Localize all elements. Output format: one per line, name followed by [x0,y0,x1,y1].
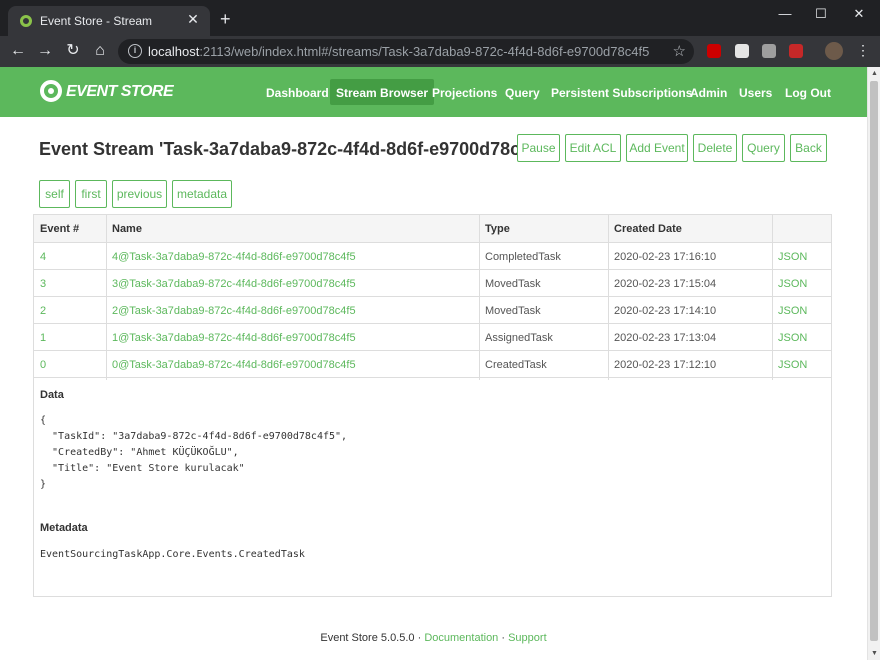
delete-button[interactable]: Delete [693,134,737,162]
query-button[interactable]: Query [742,134,785,162]
ublock-extension-icon[interactable] [707,44,721,58]
nav-query[interactable]: Query [505,86,540,100]
scroll-up-arrow-icon[interactable]: ▲ [871,70,878,77]
page-title: Event Stream 'Task-3a7daba9-872c-4f4d-8d… [39,139,551,159]
footer-separator: · [498,632,509,644]
chrome-menu-icon[interactable]: ⋮ [856,41,870,59]
event-name-link[interactable]: 3@Task-3a7daba9-872c-4f4d-8d6f-e9700d78c… [106,270,479,297]
column-divider [479,215,480,380]
event-name-link[interactable]: 4@Task-3a7daba9-872c-4f4d-8d6f-e9700d78c… [106,243,479,270]
column-divider [608,215,609,380]
support-link[interactable]: Support [508,632,547,644]
first-link-button[interactable]: first [75,180,107,208]
reload-icon[interactable]: ↻ [63,42,83,60]
event-number-link[interactable]: 0 [34,351,106,378]
col-header-name: Name [106,215,479,243]
close-tab-icon[interactable]: ✕ [184,11,202,28]
nav-logout[interactable]: Log Out [785,86,831,100]
nav-projections[interactable]: Projections [432,86,497,100]
event-number-link[interactable]: 2 [34,297,106,324]
event-type: AssignedTask [479,324,608,351]
add-event-button[interactable]: Add Event [626,134,688,162]
event-number-link[interactable]: 1 [34,324,106,351]
extension-icon[interactable] [735,44,749,58]
event-type: CompletedTask [479,243,608,270]
extension-icon[interactable] [789,44,803,58]
event-data-json: { "TaskId": "3a7daba9-872c-4f4d-8d6f-e97… [40,415,348,490]
nav-dashboard[interactable]: Dashboard [266,86,329,100]
tab-title: Event Store - Stream [40,14,153,28]
browser-toolbar: ← → ↻ ⌂ i localhost:2113/web/index.html#… [0,36,880,67]
forward-arrow-icon[interactable]: → [35,42,55,60]
address-bar[interactable]: i localhost:2113/web/index.html#/streams… [118,39,694,64]
metadata-section-label: Metadata [40,522,88,534]
page-footer: Event Store 5.0.5.0 · Documentation · Su… [0,632,867,644]
event-created-date: 2020-02-23 17:13:04 [608,324,772,351]
event-json-link[interactable]: JSON [772,297,831,324]
self-link-button[interactable]: self [39,180,70,208]
browser-tab[interactable]: Event Store - Stream ✕ [8,6,210,36]
eventstore-favicon-icon [20,15,32,27]
scroll-down-arrow-icon[interactable]: ▼ [871,650,878,657]
event-json-link[interactable]: JSON [772,351,831,378]
event-number-link[interactable]: 4 [34,243,106,270]
nav-admin[interactable]: Admin [690,86,727,100]
col-header-type: Type [479,215,608,243]
event-name-link[interactable]: 0@Task-3a7daba9-872c-4f4d-8d6f-e9700d78c… [106,351,479,378]
footer-separator: · [414,632,425,644]
event-metadata-text: EventSourcingTaskApp.Core.Events.Created… [40,549,305,560]
event-json-link[interactable]: JSON [772,324,831,351]
previous-link-button[interactable]: previous [112,180,167,208]
col-header-actions [772,215,831,243]
bookmark-star-icon[interactable]: ☆ [673,42,686,60]
close-window-icon[interactable]: ✕ [849,6,869,22]
back-arrow-icon[interactable]: ← [8,42,28,60]
minimize-icon[interactable]: — [775,6,795,21]
event-created-date: 2020-02-23 17:15:04 [608,270,772,297]
maximize-icon[interactable]: ☐ [811,6,831,22]
page-scrollbar[interactable]: ▲ ▼ [867,67,880,660]
documentation-link[interactable]: Documentation [424,632,498,644]
col-header-event-num: Event # [34,215,106,243]
event-name-link[interactable]: 1@Task-3a7daba9-872c-4f4d-8d6f-e9700d78c… [106,324,479,351]
col-header-created-date: Created Date [608,215,772,243]
pause-button[interactable]: Pause [517,134,560,162]
event-name-link[interactable]: 2@Task-3a7daba9-872c-4f4d-8d6f-e9700d78c… [106,297,479,324]
profile-avatar[interactable] [825,42,843,60]
browser-titlebar: Event Store - Stream ✕ + — ☐ ✕ [0,0,880,36]
info-icon[interactable]: i [128,44,142,58]
url-text: localhost:2113/web/index.html#/streams/T… [148,44,650,59]
nav-persistent-subscriptions[interactable]: Persistent Subscriptions [551,86,692,100]
scrollbar-thumb[interactable] [870,81,878,641]
home-icon[interactable]: ⌂ [90,42,110,60]
logo-text[interactable]: EVENT STORE [66,83,174,101]
event-type: MovedTask [479,297,608,324]
metadata-link-button[interactable]: metadata [172,180,232,208]
event-json-link[interactable]: JSON [772,243,831,270]
version-text: Event Store 5.0.5.0 [320,632,415,644]
edit-acl-button[interactable]: Edit ACL [565,134,621,162]
new-tab-icon[interactable]: + [220,10,231,28]
event-json-link[interactable]: JSON [772,270,831,297]
nav-stream-browser[interactable]: Stream Browser [330,79,435,105]
event-created-date: 2020-02-23 17:12:10 [608,351,772,378]
data-section-label: Data [40,389,64,401]
eventstore-logo-icon[interactable] [40,80,62,102]
extension-icon[interactable] [762,44,776,58]
event-created-date: 2020-02-23 17:16:10 [608,243,772,270]
event-number-link[interactable]: 3 [34,270,106,297]
event-created-date: 2020-02-23 17:14:10 [608,297,772,324]
event-type: MovedTask [479,270,608,297]
event-panel: Event # Name Type Created Date 4 4@Task-… [33,214,832,597]
event-type: CreatedTask [479,351,608,378]
column-divider [772,215,773,380]
nav-users[interactable]: Users [739,86,772,100]
app-header: EVENT STORE Dashboard Stream Browser Pro… [0,67,867,117]
column-divider [106,215,107,380]
back-button[interactable]: Back [790,134,827,162]
